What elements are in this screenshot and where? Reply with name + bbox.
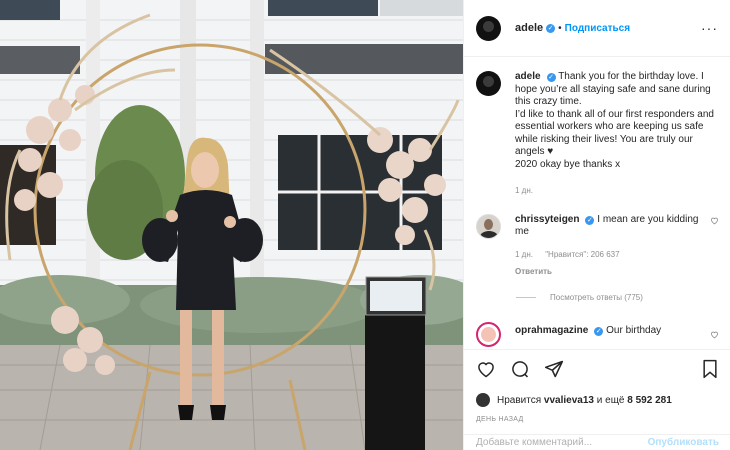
add-comment-bar: Опубликовать — [464, 434, 730, 450]
comment-username[interactable]: chrissyteigen — [515, 214, 579, 225]
post-header: adele ✓ • Подписаться ··· — [464, 0, 730, 57]
comment-like-icon[interactable] — [708, 216, 719, 279]
comment-meta: 1 дн. "Нравится": 206 637 — [515, 249, 708, 262]
action-icons — [476, 358, 719, 380]
comments-list[interactable]: adele ✓ Thank you for the birthday love. … — [464, 57, 730, 349]
instagram-post: adele ✓ • Подписаться ··· adele ✓ Thank y… — [0, 0, 730, 450]
verified-badge-icon: ✓ — [585, 215, 595, 225]
post-side-panel: adele ✓ • Подписаться ··· adele ✓ Thank y… — [463, 0, 730, 450]
comment-likes[interactable]: "Нравится": 206 637 — [545, 250, 619, 259]
likes-summary: Нравится vvalieva13 и ещё 8 592 281 — [476, 393, 719, 407]
heart-icon[interactable] — [476, 359, 496, 379]
commenter-avatar[interactable] — [476, 321, 501, 347]
caption-body: adele ✓ Thank you for the birthday love. … — [515, 71, 719, 198]
caption-author-avatar[interactable] — [476, 71, 501, 96]
share-icon[interactable] — [544, 359, 564, 379]
comment-username[interactable]: oprahmagazine — [515, 325, 588, 336]
post-photo[interactable] — [0, 0, 463, 450]
publish-button[interactable]: Опубликовать — [648, 437, 719, 448]
commenter-avatar[interactable] — [476, 213, 501, 239]
reply-button[interactable]: Ответить — [515, 266, 552, 279]
likes-and-more: и ещё — [596, 394, 625, 406]
liker-avatar[interactable] — [476, 393, 490, 407]
caption-timestamp[interactable]: 1 дн. — [515, 185, 719, 198]
photo-illustration — [0, 0, 463, 450]
post-actions: Нравится vvalieva13 и ещё 8 592 281 ДЕНЬ… — [464, 349, 730, 450]
verified-badge-icon: ✓ — [594, 326, 604, 336]
comment-timestamp[interactable]: 1 дн. — [515, 250, 533, 259]
separator-dot: • — [558, 22, 562, 34]
follow-button[interactable]: Подписаться — [565, 23, 630, 34]
verified-badge-icon: ✓ — [546, 73, 556, 82]
more-options-icon[interactable]: ··· — [701, 20, 718, 36]
caption-row: adele ✓ Thank you for the birthday love. … — [476, 71, 719, 198]
likes-count[interactable]: 8 592 281 — [627, 395, 672, 406]
view-replies-label[interactable]: Посмотреть ответы (775) — [550, 293, 643, 302]
comment-item: oprahmagazine ✓ Our birthday — [476, 321, 719, 347]
author-username[interactable]: adele — [515, 22, 543, 34]
view-replies-button[interactable]: Посмотреть ответы (775) — [516, 293, 719, 302]
bookmark-icon[interactable] — [701, 359, 719, 379]
comment-text: Our birthday — [606, 324, 662, 336]
author-avatar[interactable] — [476, 15, 501, 41]
comment-like-icon[interactable] — [708, 330, 719, 347]
verified-badge-icon: ✓ — [546, 23, 556, 33]
comment-icon[interactable] — [510, 359, 530, 379]
replies-divider — [516, 296, 536, 298]
comment-input[interactable] — [476, 437, 648, 448]
comment-body: chrissyteigen ✓ I mean are you kidding me… — [515, 214, 708, 279]
post-timestamp[interactable]: ДЕНЬ НАЗАД — [476, 416, 719, 423]
likes-prefix: Нравится — [497, 394, 542, 406]
liker-username[interactable]: vvalieva13 — [544, 395, 594, 406]
comment-item: chrissyteigen ✓ I mean are you kidding me… — [476, 213, 719, 279]
caption-username[interactable]: adele — [515, 71, 541, 82]
comment-body: oprahmagazine ✓ Our birthday — [515, 325, 708, 347]
caption-text: Thank you for the birthday love. I hope … — [515, 71, 714, 170]
